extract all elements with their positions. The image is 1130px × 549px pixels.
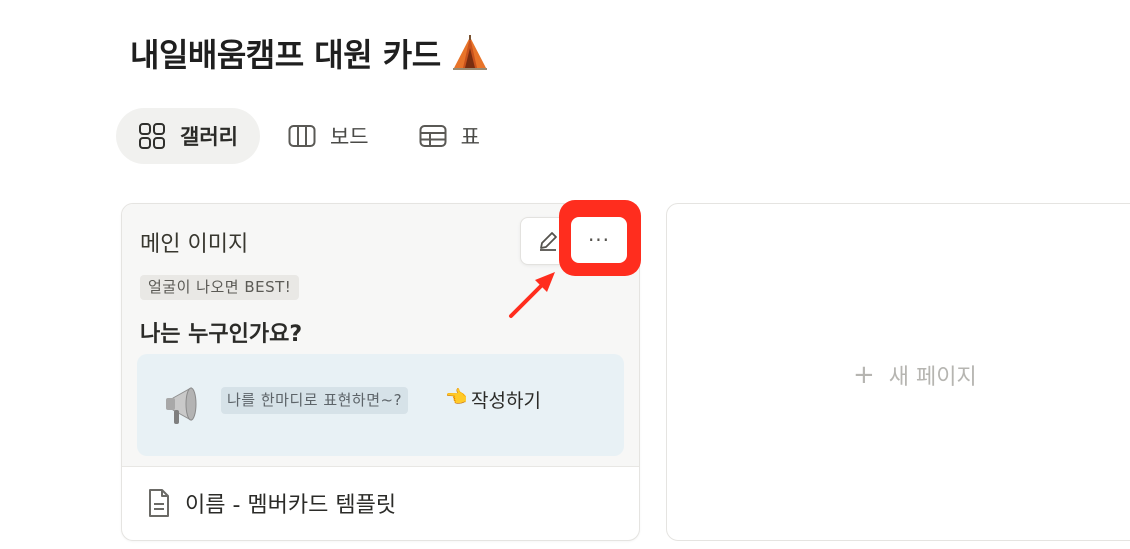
plus-icon: + (853, 360, 875, 390)
gallery-page: 내일배움캠프 대원 카드 갤러리 보드 표 메인 이미지 얼굴이 나오면 BES… (0, 0, 1130, 549)
tab-board-label: 보드 (329, 125, 369, 149)
page-title-text: 내일배움캠프 대원 카드 (130, 36, 441, 74)
preview-question: 나는 누구인가요? (140, 322, 303, 347)
gallery-icon (139, 123, 165, 149)
preview-tag: 얼굴이 나오면 BEST! (140, 275, 300, 300)
more-options-button[interactable]: ··· (571, 217, 627, 263)
view-tabs: 갤러리 보드 표 (116, 108, 508, 164)
preview-heading: 메인 이미지 (140, 232, 249, 257)
tent-icon (452, 35, 487, 70)
callout-prompt: 나를 한마디로 표현하면~? (221, 387, 409, 414)
board-icon (288, 125, 316, 147)
table-icon (419, 125, 447, 147)
pointing-hand-icon: 👈 (445, 387, 468, 408)
tab-table-label: 표 (460, 125, 480, 149)
megaphone-icon (166, 387, 197, 424)
tab-gallery-label: 갤러리 (180, 125, 238, 149)
card-title[interactable]: 이름 - 멤버카드 템플릿 (185, 487, 396, 519)
tab-table[interactable]: 표 (397, 108, 502, 164)
callout-action: 작성하기 (471, 390, 541, 412)
annotation-arrow-icon (509, 272, 555, 318)
page-icon (149, 489, 169, 517)
preview-callout: 나를 한마디로 표현하면~? 👈 작성하기 (137, 354, 624, 456)
tab-gallery[interactable]: 갤러리 (116, 108, 260, 164)
card-footer: 이름 - 멤버카드 템플릿 (147, 487, 396, 519)
page-title: 내일배움캠프 대원 카드 (130, 30, 489, 76)
pencil-icon (540, 232, 557, 251)
more-icon: ··· (587, 228, 611, 252)
tab-board[interactable]: 보드 (266, 108, 391, 164)
new-page-label: + 새 페이지 (853, 359, 977, 391)
new-page-text: 새 페이지 (888, 365, 977, 390)
card-divider (122, 466, 639, 467)
new-page-card[interactable]: + 새 페이지 (666, 203, 1130, 541)
